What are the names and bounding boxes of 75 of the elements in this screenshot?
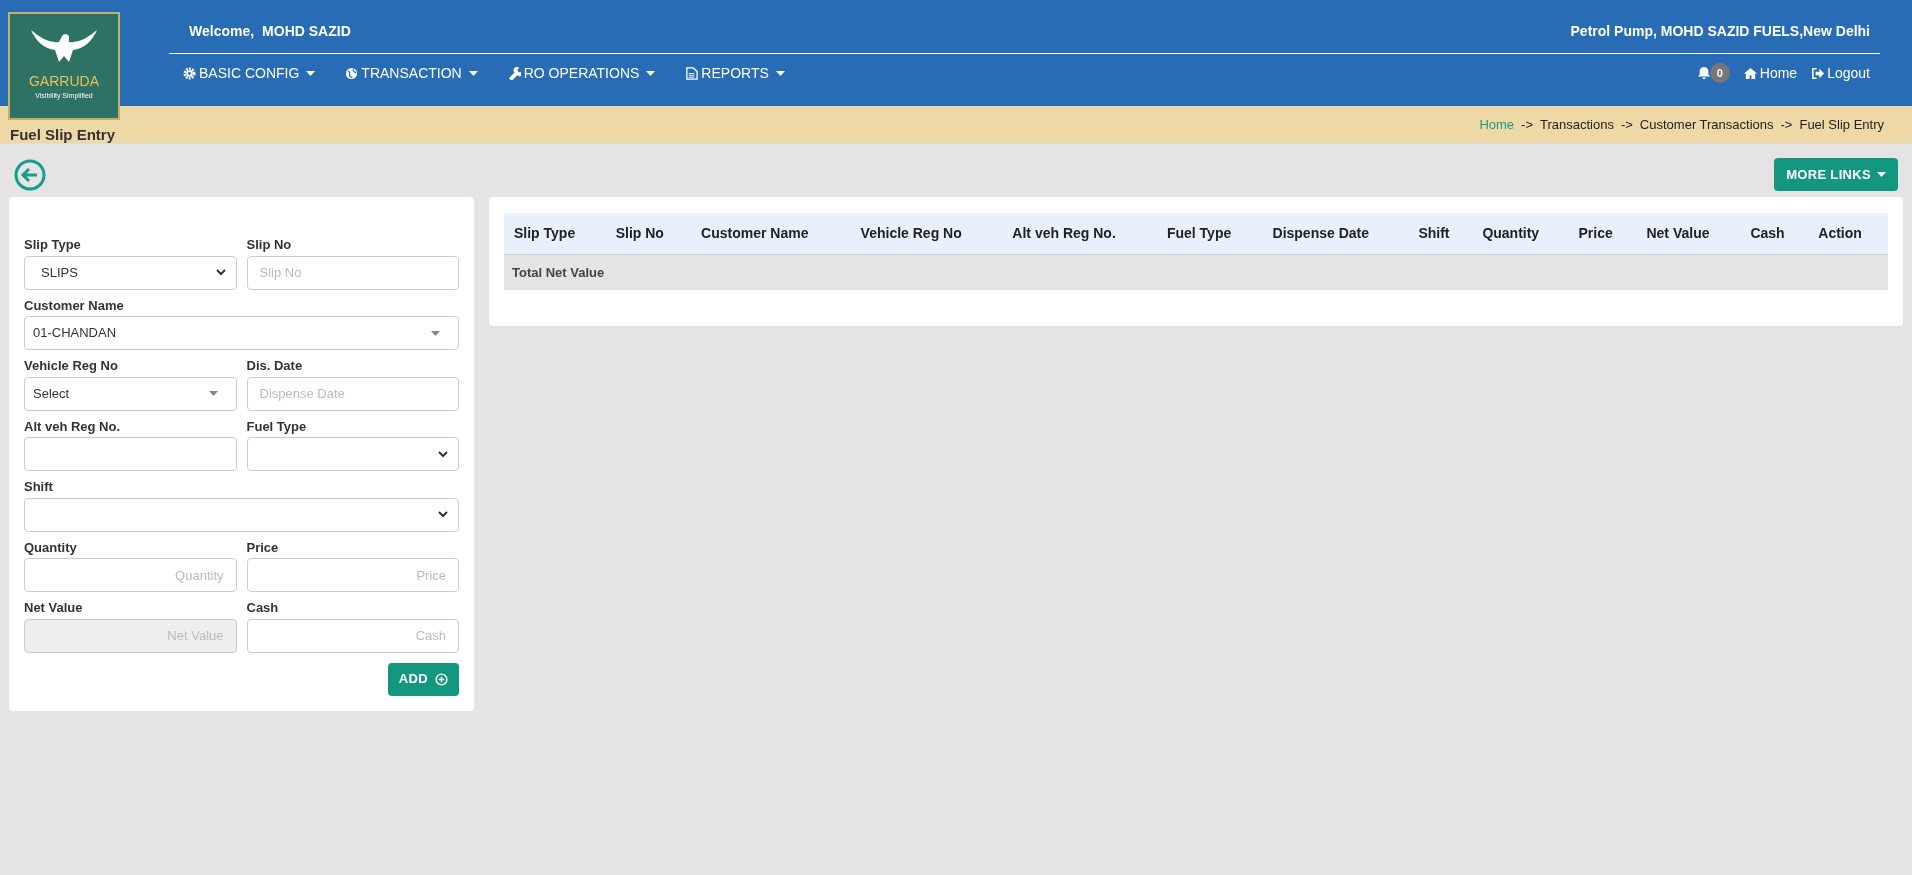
option-field[interactable] bbox=[246, 437, 459, 471]
chevron-down-icon bbox=[215, 269, 226, 276]
menu-item[interactable]: BASIC CONFIG bbox=[183, 62, 316, 84]
caret-icon bbox=[646, 70, 656, 76]
bell-icon[interactable] bbox=[1696, 66, 1711, 80]
column-header: Quantity bbox=[1472, 213, 1569, 254]
input-field[interactable]: Slip No bbox=[246, 255, 459, 290]
field-label: Dis. Date bbox=[246, 357, 304, 375]
total-label: Total Net Value bbox=[504, 254, 1888, 290]
field-label: Quantity bbox=[24, 538, 78, 557]
breadcrumb-separator: -> bbox=[1521, 115, 1533, 134]
field-label: Shift bbox=[24, 478, 54, 496]
column-header: Net Value bbox=[1636, 213, 1741, 254]
page-title: Fuel Slip Entry bbox=[10, 126, 115, 143]
field-label: Price bbox=[246, 538, 280, 557]
wrench-icon bbox=[507, 66, 521, 80]
caret-icon bbox=[468, 70, 478, 76]
column-header: Action bbox=[1808, 213, 1888, 254]
field-label: Vehicle Reg No bbox=[24, 357, 119, 375]
gear-icon bbox=[183, 66, 196, 80]
field-label: Alt veh Reg No. bbox=[24, 417, 122, 436]
search-dropdown[interactable]: Select bbox=[24, 376, 237, 411]
column-header: Alt veh Reg No. bbox=[1002, 213, 1157, 254]
dropdown-arrow-icon bbox=[208, 391, 218, 396]
more-links-button[interactable]: MORE LINKS bbox=[1774, 158, 1898, 191]
field-label: Cash bbox=[246, 599, 280, 617]
field-label: Slip Type bbox=[24, 236, 82, 254]
input-field[interactable]: Quantity bbox=[24, 558, 237, 592]
nav-link[interactable]: Logout bbox=[1811, 62, 1870, 84]
logout-icon bbox=[1811, 66, 1825, 80]
input-field[interactable]: Dispense Date bbox=[246, 376, 459, 411]
caret-icon bbox=[1877, 172, 1886, 177]
input-field[interactable]: Price bbox=[246, 558, 459, 592]
home-icon bbox=[1743, 66, 1757, 80]
field-label: Slip No bbox=[246, 236, 293, 254]
user-name: MOHD SAZID bbox=[262, 22, 351, 41]
breadcrumb-separator: -> bbox=[1780, 115, 1793, 134]
column-header: Slip Type bbox=[504, 213, 606, 254]
breadcrumb-separator: -> bbox=[1620, 115, 1633, 134]
column-header: Customer Name bbox=[691, 213, 851, 254]
breadcrumb-item: Customer Transactions bbox=[1639, 115, 1774, 134]
input-field[interactable] bbox=[24, 437, 237, 471]
notification-count: 0 bbox=[1709, 62, 1730, 84]
column-header: Shift bbox=[1408, 213, 1473, 254]
column-header: Cash bbox=[1740, 213, 1809, 254]
search-dropdown[interactable]: 01-CHANDAN bbox=[24, 316, 459, 350]
column-header: Slip No bbox=[605, 213, 692, 254]
field-label: Fuel Type bbox=[246, 417, 308, 436]
dropdown-arrow-icon bbox=[431, 330, 440, 336]
nav-link[interactable]: Home bbox=[1743, 62, 1798, 84]
caret-icon bbox=[775, 70, 785, 76]
option-field[interactable] bbox=[24, 497, 459, 532]
column-header: Dispense Date bbox=[1262, 213, 1409, 254]
menu-item[interactable]: TRANSACTION bbox=[345, 62, 478, 84]
option-field[interactable]: SLIPS bbox=[24, 255, 237, 290]
column-header: Fuel Type bbox=[1156, 213, 1263, 254]
add-button[interactable]: ADD bbox=[387, 662, 459, 696]
station-name: Petrol Pump, MOHD SAZID FUELS,New Delhi bbox=[1570, 22, 1870, 41]
input-field[interactable]: Cash bbox=[246, 618, 459, 653]
breadcrumb-item: Transactions bbox=[1540, 115, 1614, 134]
chevron-down-icon bbox=[438, 511, 448, 518]
column-header: Price bbox=[1568, 213, 1637, 254]
welcome-text: Welcome, bbox=[189, 22, 255, 41]
column-header: Vehicle Reg No bbox=[850, 213, 1003, 254]
chevron-down-icon bbox=[438, 450, 448, 458]
document-icon bbox=[685, 66, 699, 80]
menu-item[interactable]: RO OPERATIONS bbox=[507, 62, 656, 84]
field-label: Net Value bbox=[24, 599, 84, 617]
logo-name: GARRUDA bbox=[29, 74, 99, 88]
globe-icon bbox=[345, 66, 359, 80]
breadcrumb-item: Fuel Slip Entry bbox=[1799, 115, 1884, 134]
plus-circle-icon bbox=[435, 672, 448, 686]
menu-item[interactable]: REPORTS bbox=[685, 62, 785, 84]
caret-icon bbox=[306, 70, 316, 76]
field-label: Customer Name bbox=[24, 296, 125, 315]
